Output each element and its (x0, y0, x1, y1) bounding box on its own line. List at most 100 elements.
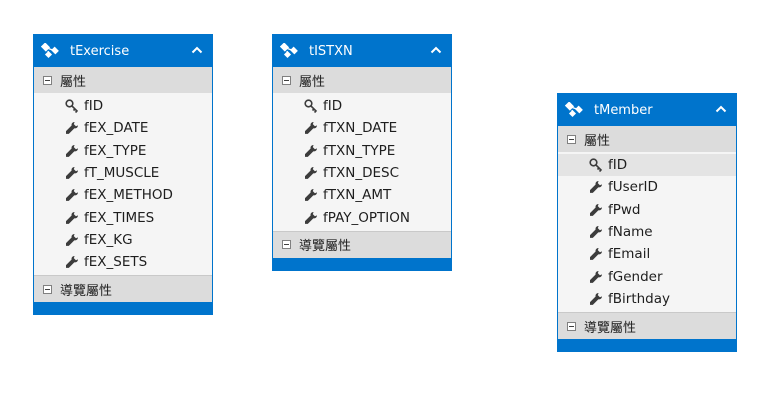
entity-footer (34, 302, 212, 315)
key-icon (304, 99, 318, 114)
property-row[interactable]: fPAY_OPTION (273, 206, 451, 228)
property-row[interactable]: fID (34, 95, 212, 117)
property-list: fID fTXN_DATE fTXN_TYPE fTXN_DESC fTXN_AMT fP… (273, 93, 451, 231)
property-name: fPwd (608, 201, 641, 218)
key-icon (589, 158, 603, 173)
property-name: fEX_METHOD (84, 187, 173, 204)
chevron-up-icon[interactable] (190, 43, 204, 57)
entity-header[interactable]: tISTXN (273, 35, 451, 67)
property-row[interactable]: fGender (558, 265, 736, 287)
property-row[interactable]: fTXN_TYPE (273, 140, 451, 162)
property-row[interactable]: fEX_TIMES (34, 206, 212, 228)
entity-body: 屬性 fID fUserID fPwd fName fEmail fGender fBirt… (558, 126, 736, 340)
property-name: fEX_TIMES (84, 209, 155, 226)
collapse-toggle-icon[interactable] (43, 75, 52, 85)
entity-body: 屬性 fID fEX_DATE fEX_TYPE fT_MUSCLE fEX_METHO… (34, 67, 212, 303)
wrench-icon (589, 292, 603, 306)
entity-icon (279, 41, 301, 61)
property-name: fEmail (608, 246, 651, 263)
wrench-icon (65, 121, 79, 135)
collapse-toggle-icon[interactable] (282, 75, 291, 85)
collapse-toggle-icon[interactable] (567, 134, 576, 144)
navigation-section-label: 導覽屬性 (60, 283, 113, 299)
property-name: fID (608, 157, 628, 174)
property-row[interactable]: fTXN_AMT (273, 184, 451, 206)
property-row[interactable]: fTXN_DESC (273, 162, 451, 184)
property-row[interactable]: fEX_SETS (34, 251, 212, 273)
entity-tistxn[interactable]: tISTXN 屬性 fID fTXN_DATE fTXN_TYPE fTXN_DESC… (272, 34, 452, 271)
wrench-icon (65, 233, 79, 247)
properties-section-label: 屬性 (584, 133, 611, 149)
entity-footer (558, 339, 736, 352)
property-row[interactable]: fEX_KG (34, 229, 212, 251)
entity-title: tISTXN (309, 43, 353, 59)
wrench-icon (589, 180, 603, 194)
collapse-toggle-icon[interactable] (43, 284, 52, 294)
property-name: fEX_KG (84, 231, 133, 248)
property-name: fTXN_DESC (323, 165, 400, 182)
property-name: fT_MUSCLE (84, 165, 160, 182)
navigation-section-label: 導覽屬性 (584, 320, 637, 336)
properties-section-header[interactable]: 屬性 (34, 67, 212, 93)
wrench-icon (304, 121, 318, 135)
property-name: fBirthday (608, 290, 670, 307)
chevron-up-icon[interactable] (429, 43, 443, 57)
property-row[interactable]: fT_MUSCLE (34, 162, 212, 184)
wrench-icon (589, 247, 603, 261)
wrench-icon (65, 255, 79, 269)
properties-section-header[interactable]: 屬性 (273, 67, 451, 93)
property-row[interactable]: fPwd (558, 199, 736, 221)
wrench-icon (65, 166, 79, 180)
property-list: fID fUserID fPwd fName fEmail fGender fBirthda… (558, 152, 736, 312)
property-name: fName (608, 224, 653, 241)
property-row[interactable]: fName (558, 221, 736, 243)
property-name: fEX_SETS (84, 254, 148, 271)
entity-icon (564, 100, 586, 120)
properties-section-header[interactable]: 屬性 (558, 126, 736, 152)
property-name: fUserID (608, 179, 658, 196)
property-row[interactable]: fUserID (558, 176, 736, 198)
entity-texercise[interactable]: tExercise 屬性 fID fEX_DATE fEX_TYPE fT_MUSCL… (33, 34, 213, 316)
entity-header[interactable]: tExercise (34, 35, 212, 67)
property-name: fPAY_OPTION (323, 209, 410, 226)
property-name: fEX_DATE (84, 120, 149, 137)
entity-header[interactable]: tMember (558, 94, 736, 126)
chevron-up-icon[interactable] (714, 102, 728, 116)
property-row[interactable]: fEX_METHOD (34, 184, 212, 206)
property-row[interactable]: fID (558, 154, 736, 177)
navigation-section-label: 導覽屬性 (299, 239, 352, 255)
property-row[interactable]: fBirthday (558, 288, 736, 310)
navigation-section-header[interactable]: 導覽屬性 (273, 230, 451, 258)
navigation-section-header[interactable]: 導覽屬性 (558, 312, 736, 340)
property-row[interactable]: fTXN_DATE (273, 117, 451, 139)
property-name: fID (84, 98, 104, 115)
property-name: fEX_TYPE (84, 142, 147, 159)
entity-body: 屬性 fID fTXN_DATE fTXN_TYPE fTXN_DESC fTXN_AM… (273, 67, 451, 258)
properties-section-label: 屬性 (299, 74, 326, 90)
entity-icon (40, 41, 62, 61)
wrench-icon (304, 211, 318, 225)
property-row[interactable]: fEX_TYPE (34, 140, 212, 162)
wrench-icon (65, 188, 79, 202)
property-row[interactable]: fID (273, 95, 451, 117)
property-name: fGender (608, 268, 663, 285)
key-icon (65, 99, 79, 114)
wrench-icon (304, 188, 318, 202)
entity-title: tExercise (70, 43, 130, 59)
collapse-toggle-icon[interactable] (567, 321, 576, 331)
entity-title: tMember (594, 102, 653, 118)
property-name: fTXN_TYPE (323, 142, 396, 159)
entity-tmember[interactable]: tMember 屬性 fID fUserID fPwd fName fEmail fGen… (557, 93, 737, 353)
collapse-toggle-icon[interactable] (282, 240, 291, 250)
entity-footer (273, 257, 451, 270)
navigation-section-header[interactable]: 導覽屬性 (34, 275, 212, 303)
wrench-icon (589, 203, 603, 217)
property-row[interactable]: fEmail (558, 243, 736, 265)
wrench-icon (589, 270, 603, 284)
wrench-icon (304, 144, 318, 158)
wrench-icon (65, 211, 79, 225)
property-name: fTXN_AMT (323, 187, 392, 204)
property-name: fID (323, 98, 343, 115)
property-row[interactable]: fEX_DATE (34, 117, 212, 139)
property-name: fTXN_DATE (323, 120, 398, 137)
